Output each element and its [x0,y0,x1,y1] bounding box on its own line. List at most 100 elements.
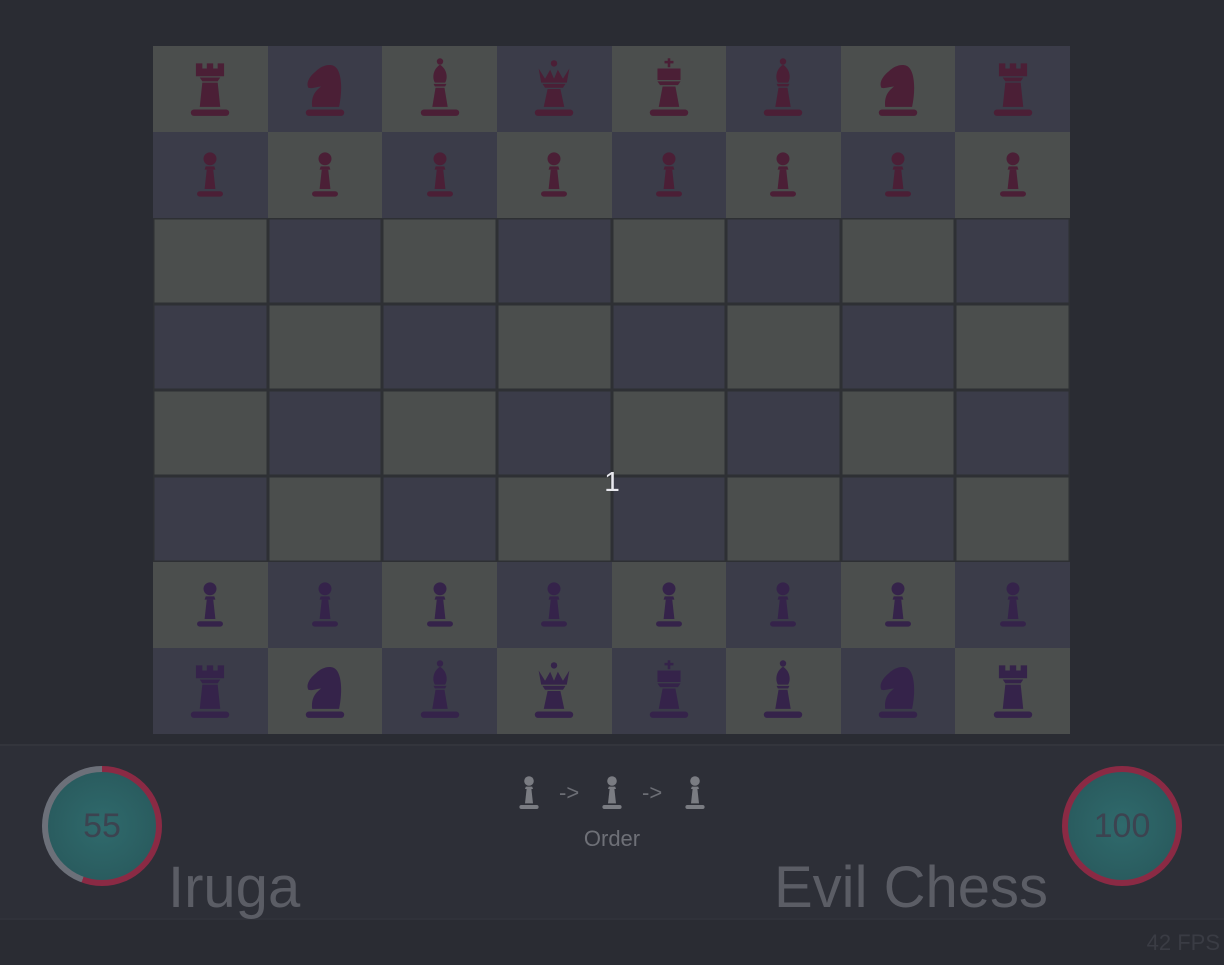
chess-board[interactable] [153,46,1070,734]
dark-king-icon[interactable] [637,54,701,124]
square-c6[interactable] [382,218,497,304]
light-pawn-icon[interactable] [986,577,1040,633]
square-e6[interactable] [611,218,727,304]
dark-rook-icon[interactable] [178,54,242,124]
square-d2[interactable] [496,562,612,648]
square-g5[interactable] [840,304,956,390]
square-g2[interactable] [840,562,956,648]
light-pawn-icon[interactable] [183,577,237,633]
light-pawn-icon[interactable] [298,577,352,633]
dark-pawn-icon[interactable] [413,147,467,203]
square-h6[interactable] [955,218,1070,304]
square-e5[interactable] [611,304,727,390]
square-a8[interactable] [153,46,268,132]
square-e2[interactable] [611,562,727,648]
square-a6[interactable] [153,218,268,304]
square-d4[interactable] [496,390,612,476]
square-b7[interactable] [267,132,383,218]
square-g1[interactable] [840,648,956,734]
square-d8[interactable] [496,46,612,132]
square-b6[interactable] [267,218,383,304]
square-h8[interactable] [955,46,1070,132]
light-bishop-icon[interactable] [408,656,472,726]
dark-bishop-icon[interactable] [408,54,472,124]
square-g7[interactable] [840,132,956,218]
square-f5[interactable] [726,304,841,390]
square-a1[interactable] [153,648,268,734]
square-c7[interactable] [382,132,497,218]
square-h3[interactable] [955,476,1070,562]
square-e3[interactable] [611,476,727,562]
square-g6[interactable] [840,218,956,304]
square-d7[interactable] [496,132,612,218]
square-e4[interactable] [611,390,727,476]
dark-knight-icon[interactable] [866,54,930,124]
player1-name: Iruga [168,855,301,920]
square-d1[interactable] [496,648,612,734]
square-f3[interactable] [726,476,841,562]
light-pawn-icon[interactable] [756,577,810,633]
light-pawn-icon[interactable] [413,577,467,633]
square-h7[interactable] [955,132,1070,218]
square-e1[interactable] [611,648,727,734]
light-rook-icon[interactable] [178,656,242,726]
square-c8[interactable] [382,46,497,132]
square-f8[interactable] [726,46,841,132]
square-f6[interactable] [726,218,841,304]
dark-bishop-icon[interactable] [751,54,815,124]
square-c2[interactable] [382,562,497,648]
square-a4[interactable] [153,390,268,476]
square-g3[interactable] [840,476,956,562]
light-queen-icon[interactable] [522,656,586,726]
dark-queen-icon[interactable] [522,54,586,124]
square-h1[interactable] [955,648,1070,734]
light-pawn-icon[interactable] [871,577,925,633]
square-a2[interactable] [153,562,268,648]
dark-pawn-icon[interactable] [183,147,237,203]
square-c1[interactable] [382,648,497,734]
square-b3[interactable] [267,476,383,562]
square-g4[interactable] [840,390,956,476]
square-d6[interactable] [496,218,612,304]
square-d3[interactable] [496,476,612,562]
player1-score-ring: 55 [42,766,162,886]
light-pawn-icon[interactable] [642,577,696,633]
square-h2[interactable] [955,562,1070,648]
square-e7[interactable] [611,132,727,218]
square-c4[interactable] [382,390,497,476]
light-bishop-icon[interactable] [751,656,815,726]
square-a5[interactable] [153,304,268,390]
square-a7[interactable] [153,132,268,218]
light-king-icon[interactable] [637,656,701,726]
dark-rook-icon[interactable] [981,54,1045,124]
square-c3[interactable] [382,476,497,562]
light-knight-icon[interactable] [866,656,930,726]
square-b1[interactable] [267,648,383,734]
player2-score-ring: 100 [1062,766,1182,886]
dark-knight-icon[interactable] [293,54,357,124]
square-c5[interactable] [382,304,497,390]
dark-pawn-icon[interactable] [642,147,696,203]
dark-pawn-icon[interactable] [527,147,581,203]
square-b8[interactable] [267,46,383,132]
square-e8[interactable] [611,46,727,132]
square-b4[interactable] [267,390,383,476]
square-g8[interactable] [840,46,956,132]
dark-pawn-icon[interactable] [986,147,1040,203]
square-f2[interactable] [726,562,841,648]
square-h5[interactable] [955,304,1070,390]
dark-pawn-icon[interactable] [756,147,810,203]
square-a3[interactable] [153,476,268,562]
square-d5[interactable] [496,304,612,390]
square-b2[interactable] [267,562,383,648]
dark-pawn-icon[interactable] [298,147,352,203]
square-f1[interactable] [726,648,841,734]
square-h4[interactable] [955,390,1070,476]
square-b5[interactable] [267,304,383,390]
square-f4[interactable] [726,390,841,476]
light-pawn-icon[interactable] [527,577,581,633]
square-f7[interactable] [726,132,841,218]
dark-pawn-icon[interactable] [871,147,925,203]
light-knight-icon[interactable] [293,656,357,726]
light-rook-icon[interactable] [981,656,1045,726]
